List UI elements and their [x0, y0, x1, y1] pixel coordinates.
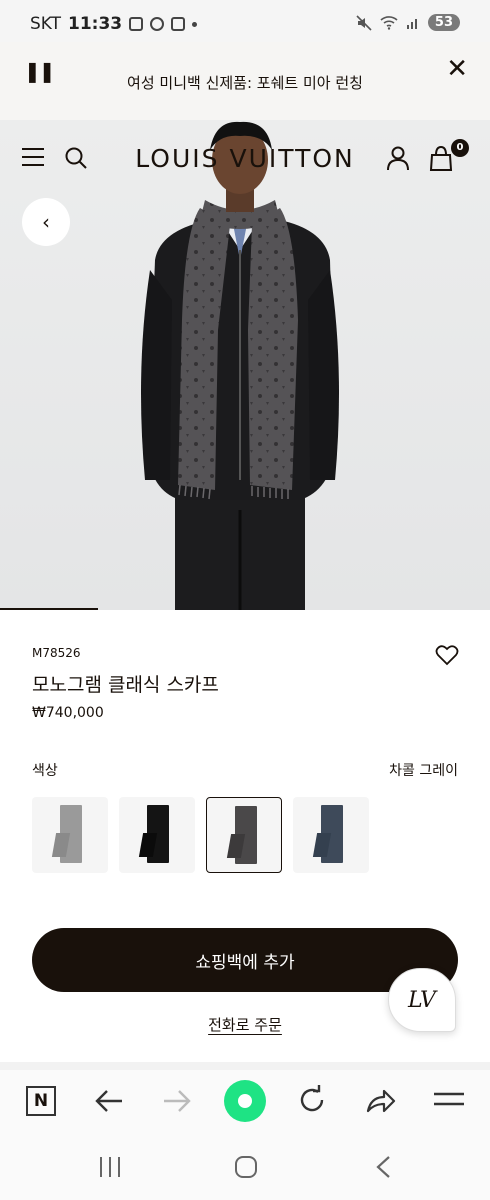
recent-apps-icon[interactable] [98, 1156, 122, 1178]
shopping-bag-icon[interactable] [429, 145, 453, 171]
phone-order-label: 전화로 주문 [208, 1016, 282, 1034]
color-swatches [32, 797, 369, 873]
whale-home-icon[interactable] [224, 1080, 266, 1122]
brand-logo[interactable]: LOUIS VUITTON [0, 144, 490, 173]
back-button[interactable]: ‹ [22, 198, 70, 246]
product-price: ₩740,000 [32, 705, 104, 721]
wifi-icon [380, 15, 398, 30]
chevron-left-icon: ‹ [42, 210, 50, 234]
system-navigation-bar [0, 1134, 490, 1200]
product-name: 모노그램 클래식 스카프 [32, 674, 219, 696]
divider [0, 1062, 490, 1070]
image-progress-indicator [0, 608, 98, 610]
system-back-icon[interactable] [374, 1155, 392, 1179]
swatch-light-gray[interactable] [32, 797, 108, 873]
close-icon[interactable]: ✕ [446, 56, 468, 82]
app-icon [171, 17, 186, 31]
swatch-black[interactable] [119, 797, 195, 873]
promo-banner: ❚❚ 여성 미니백 신제품: 포쉐트 미아 런칭 ✕ [0, 42, 490, 120]
selected-color: 차콜 그레이 [389, 763, 458, 779]
carrier-label: SKT [30, 14, 62, 34]
forward-arrow-icon[interactable] [162, 1087, 192, 1115]
battery-indicator: 53 [427, 14, 460, 31]
chat-button[interactable]: LV [388, 968, 456, 1032]
notification-icon [150, 17, 165, 31]
back-arrow-icon[interactable] [94, 1087, 124, 1115]
signal-icon [406, 18, 417, 29]
bag-count-badge: 0 [451, 139, 469, 157]
color-label: 색상 [32, 763, 58, 779]
mute-icon [356, 14, 372, 31]
screenshot-icon [129, 17, 144, 31]
clock: 11:33 [68, 14, 123, 34]
naver-home-icon[interactable]: N [26, 1086, 56, 1116]
hamburger-menu-icon[interactable] [433, 1089, 465, 1113]
refresh-icon[interactable] [297, 1085, 327, 1115]
heart-icon[interactable] [435, 644, 459, 666]
share-icon[interactable] [365, 1087, 397, 1115]
account-icon[interactable] [386, 145, 410, 171]
product-sku: M78526 [32, 646, 81, 660]
more-notifications-icon [192, 21, 198, 27]
model-photo [141, 121, 339, 610]
home-icon[interactable] [234, 1155, 258, 1179]
promo-text[interactable]: 여성 미니백 신제품: 포쉐트 미아 런칭 [0, 72, 490, 93]
swatch-navy[interactable] [293, 797, 369, 873]
lv-logo-icon: LV [408, 987, 436, 1013]
product-image[interactable] [0, 120, 490, 610]
swatch-charcoal-gray[interactable] [206, 797, 282, 873]
